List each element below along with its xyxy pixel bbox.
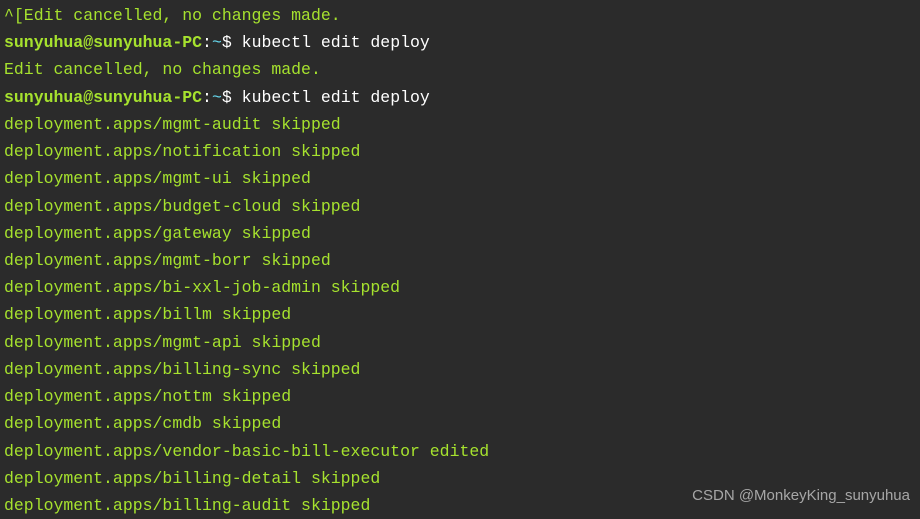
output-text: deployment.apps/bi-xxl-job-admin skipped	[4, 278, 400, 297]
output-text: deployment.apps/mgmt-ui skipped	[4, 169, 311, 188]
terminal-line: sunyuhua@sunyuhua-PC:~$ kubectl edit dep…	[4, 84, 916, 111]
output-text: deployment.apps/budget-cloud skipped	[4, 197, 360, 216]
prompt-user-host: sunyuhua@sunyuhua-PC	[4, 88, 202, 107]
output-text: deployment.apps/nottm skipped	[4, 387, 291, 406]
terminal-line: ^[Edit cancelled, no changes made.	[4, 2, 916, 29]
output-text: deployment.apps/billm skipped	[4, 305, 291, 324]
terminal-output[interactable]: ^[Edit cancelled, no changes made. sunyuh…	[4, 2, 916, 519]
terminal-line: deployment.apps/bi-xxl-job-admin skipped	[4, 274, 916, 301]
output-text: deployment.apps/mgmt-api skipped	[4, 333, 321, 352]
output-text: deployment.apps/billing-sync skipped	[4, 360, 360, 379]
watermark: CSDN @MonkeyKing_sunyuhua	[692, 484, 910, 509]
terminal-line: deployment.apps/billm skipped	[4, 301, 916, 328]
output-text: deployment.apps/mgmt-audit skipped	[4, 115, 341, 134]
command-text: kubectl edit deploy	[242, 88, 430, 107]
terminal-line: deployment.apps/gateway skipped	[4, 220, 916, 247]
output-text: deployment.apps/billing-detail skipped	[4, 469, 380, 488]
output-text: ^[Edit cancelled, no changes made.	[4, 6, 341, 25]
terminal-line: deployment.apps/vendor-basic-bill-execut…	[4, 438, 916, 465]
output-text: deployment.apps/cmdb skipped	[4, 414, 281, 433]
output-text: deployment.apps/mgmt-borr skipped	[4, 251, 331, 270]
output-text: deployment.apps/billing-audit skipped	[4, 496, 370, 515]
terminal-line: deployment.apps/mgmt-ui skipped	[4, 165, 916, 192]
output-text: deployment.apps/notification skipped	[4, 142, 360, 161]
terminal-line: deployment.apps/nottm skipped	[4, 383, 916, 410]
terminal-line: deployment.apps/mgmt-api skipped	[4, 329, 916, 356]
prompt-symbol: $	[222, 33, 242, 52]
terminal-line: deployment.apps/notification skipped	[4, 138, 916, 165]
terminal-line: sunyuhua@sunyuhua-PC:~$ kubectl edit dep…	[4, 29, 916, 56]
output-text: deployment.apps/vendor-basic-bill-execut…	[4, 442, 489, 461]
prompt-user-host: sunyuhua@sunyuhua-PC	[4, 33, 202, 52]
terminal-line: deployment.apps/mgmt-borr skipped	[4, 247, 916, 274]
prompt-separator: :	[202, 33, 212, 52]
command-text: kubectl edit deploy	[242, 33, 430, 52]
output-text: deployment.apps/gateway skipped	[4, 224, 311, 243]
terminal-line: deployment.apps/mgmt-audit skipped	[4, 111, 916, 138]
prompt-path: ~	[212, 33, 222, 52]
terminal-line: Edit cancelled, no changes made.	[4, 56, 916, 83]
prompt-path: ~	[212, 88, 222, 107]
output-text: Edit cancelled, no changes made.	[4, 60, 321, 79]
terminal-line: deployment.apps/budget-cloud skipped	[4, 193, 916, 220]
terminal-line: deployment.apps/billing-sync skipped	[4, 356, 916, 383]
prompt-symbol: $	[222, 88, 242, 107]
terminal-line: deployment.apps/cmdb skipped	[4, 410, 916, 437]
prompt-separator: :	[202, 88, 212, 107]
